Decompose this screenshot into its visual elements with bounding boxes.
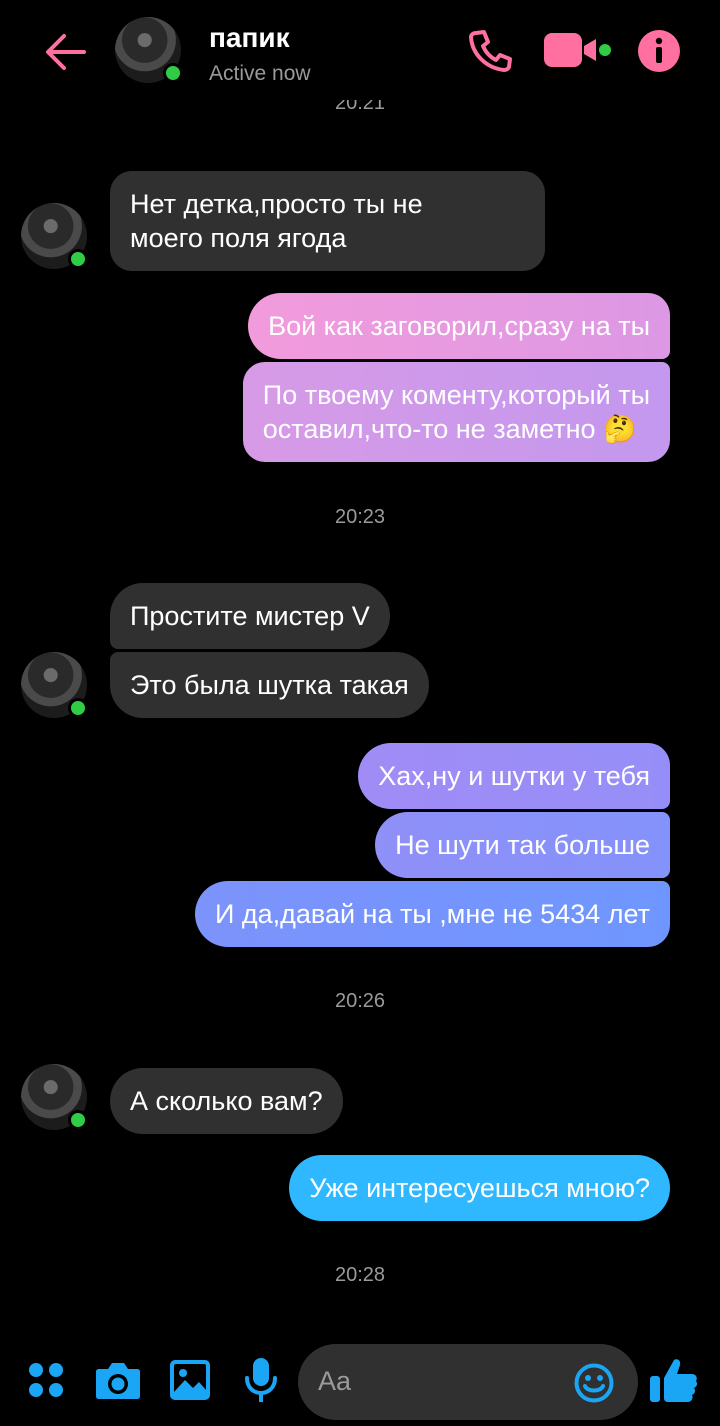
message-bubble-outgoing[interactable]: Не шути так больше xyxy=(375,812,670,878)
arrow-left-icon[interactable] xyxy=(44,30,88,74)
message-bubble-outgoing[interactable]: Уже интересуешься мною? xyxy=(289,1155,670,1221)
timestamp: 20:28 xyxy=(334,1264,386,1286)
message-bubble-incoming[interactable]: Простите мистер V xyxy=(110,583,390,649)
smiley-icon[interactable] xyxy=(574,1363,614,1403)
microphone-icon[interactable] xyxy=(245,1358,277,1404)
info-icon[interactable] xyxy=(638,30,680,72)
image-icon[interactable] xyxy=(170,1360,210,1400)
timestamp: 20:23 xyxy=(334,506,386,528)
online-indicator xyxy=(68,1110,88,1130)
online-indicator xyxy=(68,698,88,718)
message-input-placeholder: Aa xyxy=(318,1366,352,1396)
message-bubble-outgoing[interactable]: И да,давай на ты ,мне не 5434 лет xyxy=(194,881,670,947)
apps-grid-icon[interactable] xyxy=(28,1362,64,1398)
message-bubble-incoming[interactable]: Нет детка,просто ты не моего поля ягода xyxy=(110,171,545,271)
online-indicator xyxy=(68,249,88,269)
message-input[interactable]: Aa xyxy=(298,1344,638,1420)
message-bubble-outgoing[interactable]: По твоему коменту,который ты оставил,что… xyxy=(242,362,670,462)
message-composer: Aa xyxy=(0,1340,720,1426)
message-bubble-incoming[interactable]: Это была шутка такая xyxy=(110,652,429,718)
contact-status: Active now xyxy=(209,62,311,85)
message-bubble-incoming[interactable]: А сколько вам? xyxy=(110,1068,343,1134)
message-bubble-outgoing[interactable]: Хах,ну и шутки у тебя xyxy=(358,743,670,809)
timestamp: 20:26 xyxy=(334,990,386,1012)
camera-icon[interactable] xyxy=(95,1360,141,1400)
contact-name[interactable]: папик xyxy=(209,22,290,54)
chat-header: папик Active now xyxy=(0,0,720,100)
video-camera-icon[interactable] xyxy=(544,30,614,70)
online-indicator xyxy=(163,63,183,83)
message-bubble-outgoing[interactable]: Вой как заговорил,сразу на ты xyxy=(248,293,670,359)
phone-icon[interactable] xyxy=(468,28,512,72)
thumbs-up-icon[interactable] xyxy=(650,1356,698,1404)
